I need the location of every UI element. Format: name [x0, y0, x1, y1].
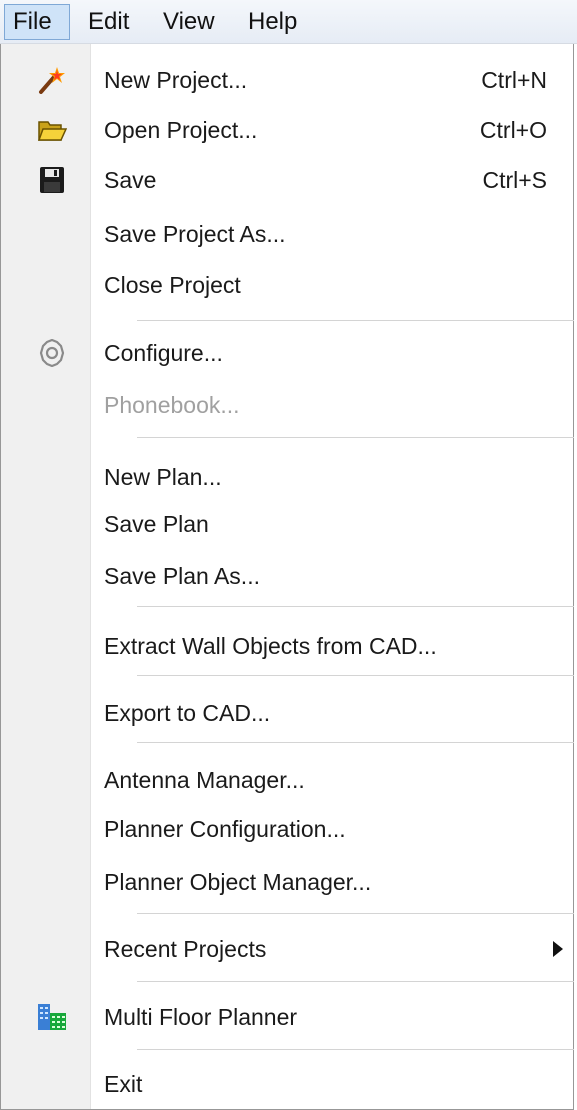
recent-projects-label: Recent Projects	[104, 936, 267, 962]
phonebook-label: Phonebook...	[104, 392, 240, 418]
submenu-arrow-icon	[553, 941, 563, 957]
menubar: File Edit View Help	[0, 0, 577, 44]
new-project-shortcut: Ctrl+N	[481, 67, 547, 93]
menu-item-save-project-as[interactable]: Save Project As...	[1, 211, 573, 257]
save-plan-label: Save Plan	[104, 511, 209, 537]
menu-item-configure[interactable]: Configure...	[1, 330, 573, 376]
menu-help-label: Help	[248, 8, 298, 35]
menu-separator	[137, 981, 574, 982]
menu-separator	[137, 437, 574, 438]
floppy-disk-icon	[40, 167, 64, 193]
planner-object-manager-label: Planner Object Manager...	[104, 869, 372, 895]
menu-separator	[137, 1049, 574, 1050]
multi-floor-planner-label: Multi Floor Planner	[104, 1004, 298, 1030]
menu-item-planner-object-manager[interactable]: Planner Object Manager...	[1, 859, 573, 905]
menu-item-save-plan-as[interactable]: Save Plan As...	[1, 553, 573, 599]
menu-help[interactable]: Help	[240, 4, 305, 40]
antenna-manager-label: Antenna Manager...	[104, 767, 305, 793]
menu-file-label: File	[13, 8, 52, 35]
save-plan-as-label: Save Plan As...	[104, 563, 260, 589]
configure-label: Configure...	[104, 340, 223, 366]
menu-item-phonebook: Phonebook...	[1, 382, 573, 428]
open-folder-icon	[37, 121, 67, 141]
menu-edit-label: Edit	[88, 8, 130, 35]
menu-separator	[137, 913, 574, 914]
menu-view-label: View	[163, 8, 215, 35]
extract-wall-label: Extract Wall Objects from CAD...	[104, 633, 437, 659]
menu-item-recent-projects[interactable]: Recent Projects	[1, 926, 573, 972]
menu-item-extract-wall-objects[interactable]: Extract Wall Objects from CAD...	[1, 623, 573, 669]
menu-item-new-project[interactable]: New Project... Ctrl+N	[1, 57, 573, 103]
planner-configuration-label: Planner Configuration...	[104, 816, 346, 842]
close-project-label: Close Project	[104, 272, 241, 298]
save-shortcut: Ctrl+S	[482, 167, 547, 193]
menu-item-exit[interactable]: Exit	[1, 1061, 573, 1107]
buildings-icon	[38, 1004, 66, 1030]
menu-item-export-to-cad[interactable]: Export to CAD...	[1, 690, 573, 736]
open-project-label: Open Project...	[104, 117, 258, 143]
file-menu-dropdown: New Project... Ctrl+N Open Project... Ct…	[0, 44, 574, 1110]
open-project-shortcut: Ctrl+O	[479, 117, 547, 143]
menu-edit[interactable]: Edit	[80, 4, 137, 40]
menu-separator	[137, 675, 574, 676]
save-project-as-label: Save Project As...	[104, 221, 286, 247]
gear-icon	[39, 339, 65, 367]
new-project-label: New Project...	[104, 67, 248, 93]
magic-wand-icon	[39, 67, 65, 94]
menu-item-planner-configuration[interactable]: Planner Configuration...	[1, 806, 573, 852]
menu-item-multi-floor-planner[interactable]: Multi Floor Planner	[1, 994, 573, 1040]
menu-separator	[137, 742, 574, 743]
menu-item-open-project[interactable]: Open Project... Ctrl+O	[1, 107, 573, 153]
new-plan-label: New Plan...	[104, 464, 222, 490]
menu-separator	[137, 320, 574, 321]
export-cad-label: Export to CAD...	[104, 700, 271, 726]
menu-view[interactable]: View	[155, 4, 223, 40]
menu-item-new-plan[interactable]: New Plan...	[1, 454, 573, 500]
exit-label: Exit	[104, 1071, 143, 1097]
menu-item-antenna-manager[interactable]: Antenna Manager...	[1, 757, 573, 803]
menu-item-save-plan[interactable]: Save Plan	[1, 501, 573, 547]
menu-item-close-project[interactable]: Close Project	[1, 262, 573, 308]
menu-item-save[interactable]: Save Ctrl+S	[1, 157, 573, 203]
save-label: Save	[104, 167, 157, 193]
menu-file[interactable]: File	[4, 4, 70, 40]
menu-separator	[137, 606, 574, 607]
